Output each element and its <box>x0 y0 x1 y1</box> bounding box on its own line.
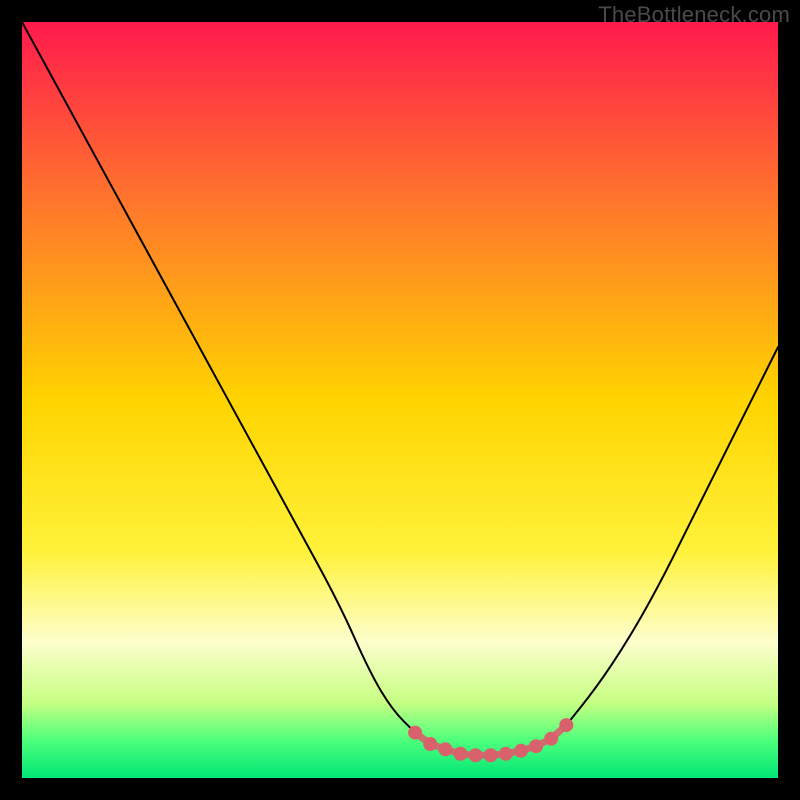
valley-marker-point <box>408 726 422 740</box>
valley-marker-point <box>514 744 528 758</box>
watermark-text: TheBottleneck.com <box>598 2 790 28</box>
gradient-background <box>22 22 778 778</box>
valley-marker-point <box>484 748 498 762</box>
valley-marker-point <box>559 718 573 732</box>
valley-marker-point <box>438 742 452 756</box>
valley-marker-point <box>529 739 543 753</box>
chart-frame: TheBottleneck.com <box>0 0 800 800</box>
valley-marker-point <box>544 732 558 746</box>
chart-plot <box>22 22 778 778</box>
valley-marker-point <box>423 737 437 751</box>
valley-marker-point <box>499 747 513 761</box>
valley-marker-point <box>469 748 483 762</box>
valley-marker-point <box>454 747 468 761</box>
